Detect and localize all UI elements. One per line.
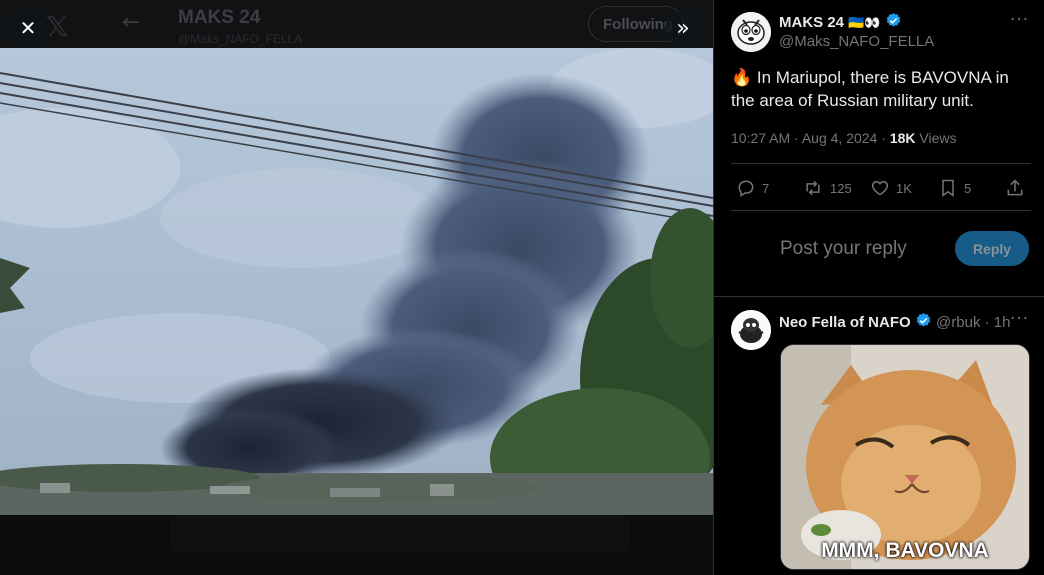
author-avatar[interactable]	[731, 12, 771, 52]
like-count: 1K	[896, 180, 912, 196]
close-icon[interactable]: ✕	[10, 10, 46, 46]
cat-image	[781, 345, 1029, 569]
background-post-area	[170, 515, 630, 553]
views-count: 18K	[889, 130, 916, 146]
author-name[interactable]: MAKS 24	[779, 14, 844, 31]
divider	[714, 296, 1044, 297]
views-label: Views	[919, 130, 957, 146]
post-time[interactable]: 10:27 AM	[731, 130, 790, 146]
x-logo-icon: 𝕏	[46, 10, 69, 43]
reply-input[interactable]: Post your reply	[780, 238, 907, 260]
reply-author-line[interactable]: Neo Fella of NAFO @rbuk · 1h	[779, 312, 1010, 331]
bookmark-icon	[942, 179, 954, 197]
author-name-line[interactable]: MAKS 24 🇺🇦👀	[779, 12, 902, 31]
heart-icon	[871, 180, 889, 196]
reply-author-name[interactable]: Neo Fella of NAFO	[779, 314, 911, 331]
repost-action[interactable]: 125	[802, 176, 852, 200]
author-emoji: 🇺🇦👀	[848, 16, 881, 31]
reply-time[interactable]: 1h	[994, 314, 1011, 331]
share-icon	[1007, 179, 1023, 196]
bookmark-count: 5	[964, 180, 972, 196]
meme-caption: MMM, BAVOVNA	[821, 539, 989, 562]
background-post-header: 𝕏 ← MAKS 24 @Maks_NAFO_FELLA Following	[0, 0, 713, 48]
bookmark-action[interactable]: 5	[938, 176, 971, 200]
repost-icon	[806, 180, 820, 196]
author-handle[interactable]: @Maks_NAFO_FELLA	[779, 33, 934, 50]
more-options-icon[interactable]: ···	[1010, 309, 1029, 329]
background-author-name: MAKS 24	[178, 7, 261, 28]
reply-author-handle[interactable]: @rbuk	[936, 314, 980, 331]
more-options-icon[interactable]: ···	[1010, 10, 1029, 30]
reply-button[interactable]: Reply	[955, 231, 1029, 266]
reply-image[interactable]: MMM, BAVOVNA	[780, 344, 1030, 570]
post-photo[interactable]	[0, 48, 713, 515]
media-viewer: 𝕏 ← MAKS 24 @Maks_NAFO_FELLA Following ✕…	[0, 0, 713, 575]
reply-count: 7	[762, 180, 770, 196]
post-meta: 10:27 AM · Aug 4, 2024 · 18K Views	[731, 130, 957, 146]
verified-badge-icon	[886, 13, 900, 27]
divider	[731, 210, 1031, 211]
share-action[interactable]	[1005, 176, 1031, 200]
background-author-handle: @Maks_NAFO_FELLA	[178, 32, 303, 46]
post-date[interactable]: Aug 4, 2024	[802, 130, 878, 146]
reply-author-avatar[interactable]	[731, 310, 771, 350]
verified-badge-icon	[916, 313, 931, 327]
reply-action[interactable]: 7	[736, 176, 769, 200]
like-action[interactable]: 1K	[870, 176, 912, 200]
post-detail-panel: MAKS 24 🇺🇦👀 @Maks_NAFO_FELLA ··· 🔥 In Ma…	[713, 0, 1044, 575]
double-chevron-right-icon[interactable]: »	[665, 10, 701, 46]
repost-count: 125	[830, 180, 852, 196]
divider	[731, 163, 1031, 164]
reply-icon	[738, 180, 754, 197]
post-text: 🔥 In Mariupol, there is BAVOVNA in the a…	[731, 68, 1009, 110]
back-arrow-icon: ←	[122, 10, 141, 35]
